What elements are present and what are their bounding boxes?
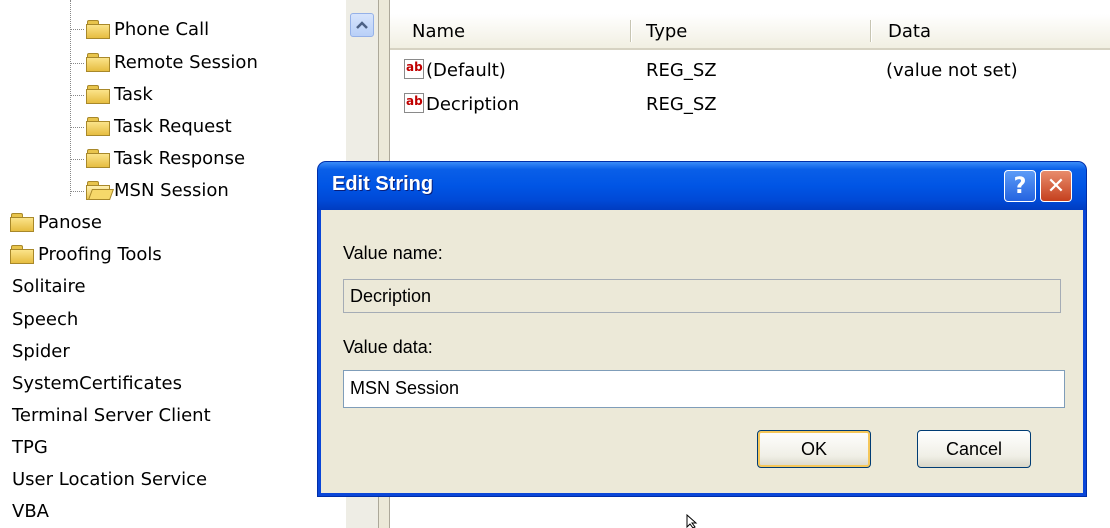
tree-item[interactable]: Task — [86, 79, 153, 109]
tree-item[interactable]: Speech — [12, 304, 78, 334]
value-type: REG_SZ — [646, 94, 717, 115]
help-button[interactable]: ? — [1004, 170, 1036, 202]
folder-icon — [86, 149, 110, 168]
tree-item[interactable]: Solitaire — [12, 271, 86, 301]
column-header-type[interactable]: Type — [638, 14, 868, 48]
tree-item[interactable]: Task Response — [86, 143, 245, 173]
ok-button[interactable]: OK — [757, 430, 871, 468]
tree-item-label: SystemCertificates — [12, 372, 182, 394]
tree-item[interactable]: User Location Service — [12, 464, 207, 494]
column-header-name[interactable]: Name — [404, 14, 634, 48]
value-name-label: Value name: — [343, 243, 443, 263]
value-name: Decription — [426, 94, 520, 115]
string-value-icon: ab — [404, 93, 424, 113]
tree-item-label: Speech — [12, 308, 79, 330]
tree-item-label: Panose — [38, 211, 102, 233]
cancel-button[interactable]: Cancel — [917, 430, 1031, 468]
tree-item-label: VBA — [12, 500, 49, 522]
chevron-up-icon — [356, 21, 368, 29]
tree-item[interactable]: TPG — [12, 432, 48, 462]
tree-guide-line — [70, 191, 84, 192]
tree-item[interactable]: SystemCertificates — [12, 368, 182, 398]
dialog-titlebar[interactable]: Edit String ? ✕ — [318, 162, 1086, 210]
string-value-icon: ab — [404, 59, 424, 79]
help-icon: ? — [1013, 173, 1027, 199]
folder-icon — [86, 117, 110, 136]
value-data: (value not set) — [886, 60, 1018, 81]
tree-item-label: Terminal Server Client — [12, 404, 211, 426]
value-name-field: Decription — [343, 279, 1061, 313]
tree-item-selected[interactable]: MSN Session — [86, 175, 229, 205]
tree-guide-line — [70, 127, 84, 128]
tree-item-label: Solitaire — [12, 275, 86, 297]
folder-icon — [10, 213, 34, 232]
column-divider[interactable] — [870, 20, 872, 42]
tree-item-label: Phone Call — [114, 18, 210, 40]
dialog-title: Edit String — [332, 173, 434, 195]
tree-item-label: Task Response — [114, 147, 246, 169]
close-icon: ✕ — [1046, 173, 1066, 199]
list-header: Name Type Data — [390, 14, 1110, 50]
tree-guide-line — [70, 95, 84, 96]
value-data-label: Value data: — [343, 337, 433, 357]
tree-item[interactable]: VBA — [12, 496, 49, 526]
tree-item[interactable]: Task Request — [86, 111, 232, 141]
list-row[interactable]: ab (Default) REG_SZ (value not set) — [390, 56, 1110, 86]
folder-icon — [86, 85, 110, 104]
tree-item-label: Task — [114, 83, 153, 105]
tree-item-label: Proofing Tools — [38, 243, 162, 265]
scroll-up-button[interactable] — [350, 13, 374, 37]
tree-item-label: TPG — [12, 436, 48, 458]
value-name: (Default) — [426, 60, 506, 81]
value-type: REG_SZ — [646, 60, 717, 81]
tree-guide-line — [70, 29, 84, 30]
tree-item-label: User Location Service — [12, 468, 208, 490]
tree-item[interactable]: Terminal Server Client — [12, 400, 211, 430]
folder-icon — [86, 53, 110, 72]
tree-item[interactable]: Proofing Tools — [10, 239, 162, 269]
tree-item-label: MSN Session — [114, 179, 229, 201]
tree-item-label: Spider — [12, 340, 70, 362]
list-row[interactable]: ab Decription REG_SZ — [390, 90, 1110, 120]
column-divider[interactable] — [630, 20, 632, 42]
open-folder-icon — [86, 181, 115, 200]
tree-item[interactable]: Phone Call — [86, 14, 209, 44]
tree-item-label: Remote Session — [114, 51, 258, 73]
tree-item[interactable]: Panose — [10, 207, 102, 237]
folder-icon — [86, 20, 110, 39]
tree-item-label: Task Request — [114, 115, 232, 137]
edit-string-dialog: Edit String ? ✕ Value name: Decription V… — [318, 162, 1086, 496]
value-data-input[interactable]: MSN Session — [343, 370, 1065, 408]
close-button[interactable]: ✕ — [1040, 170, 1072, 202]
tree-guide-line — [70, 63, 84, 64]
tree-item[interactable]: Remote Session — [86, 47, 258, 77]
tree-item[interactable]: Spider — [12, 336, 70, 366]
mouse-cursor-icon — [686, 514, 698, 528]
tree-guide-line — [70, 159, 84, 160]
folder-icon — [10, 245, 34, 264]
column-header-data[interactable]: Data — [880, 14, 1110, 48]
